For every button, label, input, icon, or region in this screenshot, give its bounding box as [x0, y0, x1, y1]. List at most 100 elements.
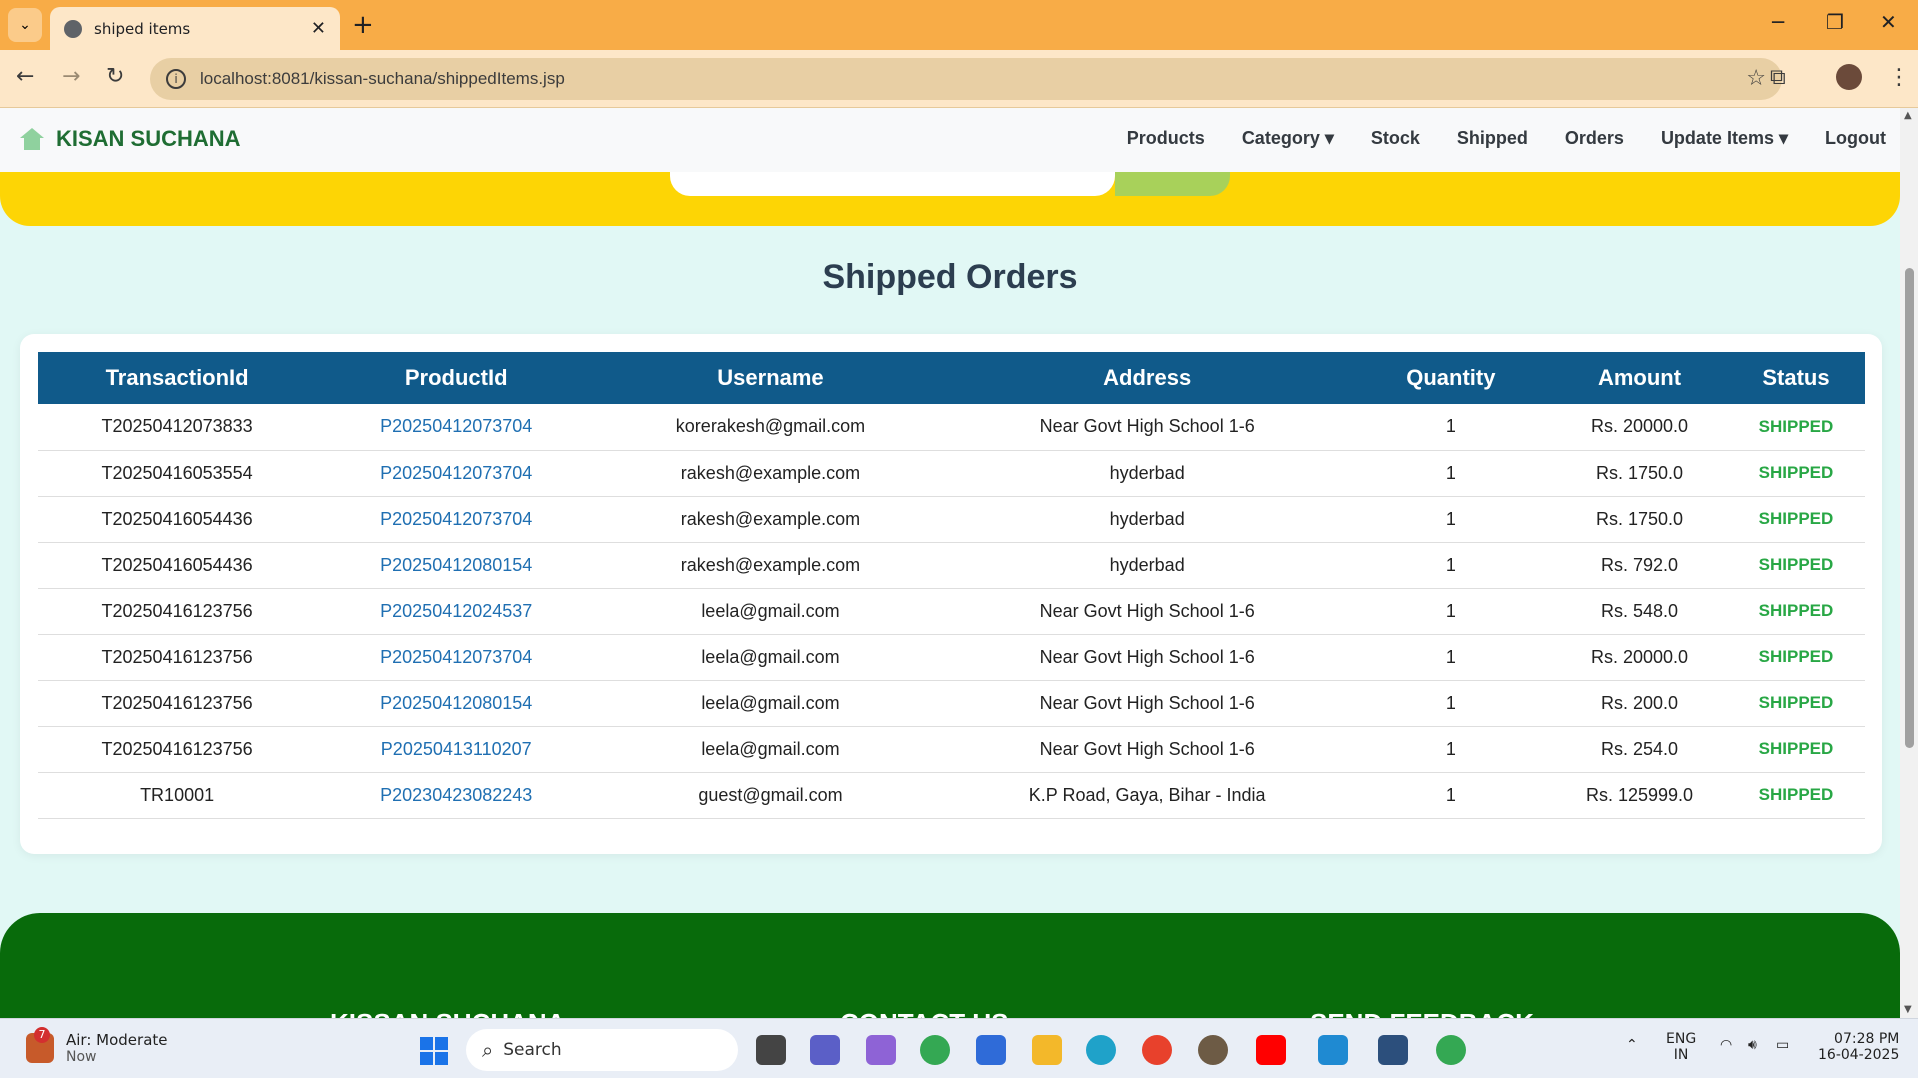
app-icon[interactable]	[1198, 1035, 1228, 1065]
teams-icon[interactable]	[810, 1035, 840, 1065]
table-row: T20250416123756 P20250413110207 leela@gmai…	[38, 726, 1865, 773]
store-icon[interactable]	[976, 1035, 1006, 1065]
cell-product-id[interactable]: P20250412073704	[316, 450, 597, 497]
nav-category[interactable]: Category ▾	[1242, 128, 1334, 149]
chrome-icon[interactable]	[920, 1035, 950, 1065]
chrome-active-icon[interactable]	[1436, 1035, 1466, 1065]
cell-amount: Rs. 125999.0	[1552, 772, 1727, 819]
browser-tab[interactable]: shiped items ✕	[50, 7, 340, 50]
table-row: T20250416123756 P20250412024537 leela@gmai…	[38, 588, 1865, 635]
wifi-icon[interactable]: ◠	[1720, 1037, 1732, 1053]
cell-amount: Rs. 1750.0	[1552, 496, 1727, 543]
cell-quantity: 1	[1349, 404, 1553, 451]
wps-icon[interactable]	[1142, 1035, 1172, 1065]
nav-orders[interactable]: Orders	[1565, 128, 1624, 149]
windows-start-icon[interactable]	[420, 1037, 448, 1065]
clock[interactable]: 07:28 PM 16-04-2025	[1818, 1031, 1899, 1063]
cell-product-id[interactable]: P20250412080154	[316, 680, 597, 727]
cell-product-id[interactable]: P20250412073704	[316, 404, 597, 451]
more-menu-icon[interactable]: ⋮	[1888, 65, 1910, 90]
profile-avatar[interactable]	[1836, 64, 1862, 90]
col-status: Status	[1762, 365, 1830, 390]
cell-username: rakesh@example.com	[596, 450, 945, 497]
cell-amount: Rs. 20000.0	[1552, 404, 1727, 451]
cell-username: korerakesh@gmail.com	[596, 404, 945, 451]
footer-feedback-heading: SEND FEEDBACK	[1310, 1008, 1534, 1018]
cell-amount: Rs. 548.0	[1552, 588, 1727, 635]
brand-name: KISAN SUCHANA	[56, 126, 241, 151]
cell-quantity: 1	[1349, 542, 1553, 589]
scrollbar-thumb[interactable]	[1905, 268, 1914, 748]
col-quantity: Quantity	[1406, 365, 1496, 390]
cell-address: K.P Road, Gaya, Bihar - India	[944, 772, 1350, 819]
copilot-icon[interactable]	[866, 1035, 896, 1065]
scroll-down-icon[interactable]: ▼	[1904, 1004, 1912, 1015]
site-info-icon[interactable]: i	[166, 69, 186, 89]
cell-status: SHIPPED	[1726, 588, 1865, 635]
cell-transaction-id: T20250416123756	[38, 634, 317, 681]
cell-transaction-id: T20250416123756	[38, 588, 317, 635]
cell-product-id[interactable]: P20250412073704	[316, 496, 597, 543]
youtube-icon[interactable]	[1256, 1035, 1286, 1065]
file-explorer-icon[interactable]	[1032, 1035, 1062, 1065]
page-scrollbar[interactable]: ▲ ▼	[1900, 108, 1918, 1018]
address-bar[interactable]: i localhost:8081/kissan-suchana/shippedI…	[150, 58, 1782, 100]
cell-address: Near Govt High School 1-6	[944, 404, 1350, 451]
cell-quantity: 1	[1349, 450, 1553, 497]
nav-shipped[interactable]: Shipped	[1457, 128, 1528, 149]
chevron-down-icon: ⌄	[19, 17, 31, 33]
cell-product-id[interactable]: P20250413110207	[316, 726, 597, 773]
reload-icon[interactable]: ↻	[106, 64, 124, 89]
forward-arrow-icon[interactable]: →	[62, 64, 80, 89]
nav-logout[interactable]: Logout	[1825, 128, 1886, 149]
cell-quantity: 1	[1349, 726, 1553, 773]
nav-products[interactable]: Products	[1127, 128, 1205, 149]
nav-links: Products Category ▾ Stock Shipped Orders…	[1090, 128, 1886, 149]
cell-product-id[interactable]: P20250412080154	[316, 542, 597, 589]
window-close-icon[interactable]: ✕	[1880, 10, 1897, 34]
close-icon[interactable]: ✕	[311, 18, 326, 39]
vscode-icon[interactable]	[1318, 1035, 1348, 1065]
cell-quantity: 1	[1349, 634, 1553, 681]
cell-transaction-id: T20250416123756	[38, 726, 317, 773]
cell-address: Near Govt High School 1-6	[944, 680, 1350, 727]
cell-product-id[interactable]: P20250412024537	[316, 588, 597, 635]
battery-icon[interactable]: ▭	[1776, 1037, 1789, 1053]
weather-title: Air: Moderate	[66, 1031, 168, 1049]
cell-product-id[interactable]: P20230423082243	[316, 772, 597, 819]
back-arrow-icon[interactable]: ←	[16, 64, 34, 89]
bookmark-star-icon[interactable]: ☆	[1746, 66, 1766, 91]
restore-icon[interactable]: ❐	[1826, 10, 1844, 34]
brand-link[interactable]: KISAN SUCHANA	[20, 126, 241, 152]
cell-username: guest@gmail.com	[596, 772, 945, 819]
cell-status: SHIPPED	[1726, 496, 1865, 543]
os-taskbar: 7 Air: Moderate Now ⌕ Search ⌃ ENG IN ◠ …	[0, 1018, 1918, 1078]
cell-username: leela@gmail.com	[596, 680, 945, 727]
scroll-up-icon[interactable]: ▲	[1904, 110, 1912, 121]
edge-icon[interactable]	[1086, 1035, 1116, 1065]
cell-quantity: 1	[1349, 588, 1553, 635]
language-indicator[interactable]: ENG IN	[1666, 1031, 1696, 1063]
weather-widget[interactable]: 7 Air: Moderate Now	[26, 1027, 168, 1065]
nav-update-items[interactable]: Update Items ▾	[1661, 128, 1788, 149]
tab-title: shiped items	[94, 19, 191, 38]
minimize-icon[interactable]: ─	[1772, 10, 1784, 34]
volume-icon[interactable]: 🔊︎	[1748, 1037, 1757, 1053]
nav-stock[interactable]: Stock	[1371, 128, 1420, 149]
mysql-workbench-icon[interactable]	[1378, 1035, 1408, 1065]
clock-time: 07:28 PM	[1834, 1031, 1900, 1047]
col-product-id: ProductId	[404, 365, 508, 390]
url-text: localhost:8081/kissan-suchana/shippedIte…	[200, 69, 565, 88]
taskbar-search[interactable]: ⌕ Search	[466, 1029, 738, 1071]
extensions-icon[interactable]: ⧉	[1770, 65, 1786, 90]
cell-transaction-id: T20250416054436	[38, 542, 317, 589]
task-view-icon[interactable]	[756, 1035, 786, 1065]
cell-status: SHIPPED	[1726, 450, 1865, 497]
cell-product-id[interactable]: P20250412073704	[316, 634, 597, 681]
cell-username: rakesh@example.com	[596, 496, 945, 543]
new-tab-button[interactable]: +	[352, 10, 374, 40]
cell-address: hyderbad	[944, 542, 1350, 589]
tab-search-button[interactable]: ⌄	[8, 8, 42, 42]
cell-amount: Rs. 20000.0	[1552, 634, 1727, 681]
tray-chevron-icon[interactable]: ⌃	[1626, 1037, 1638, 1053]
